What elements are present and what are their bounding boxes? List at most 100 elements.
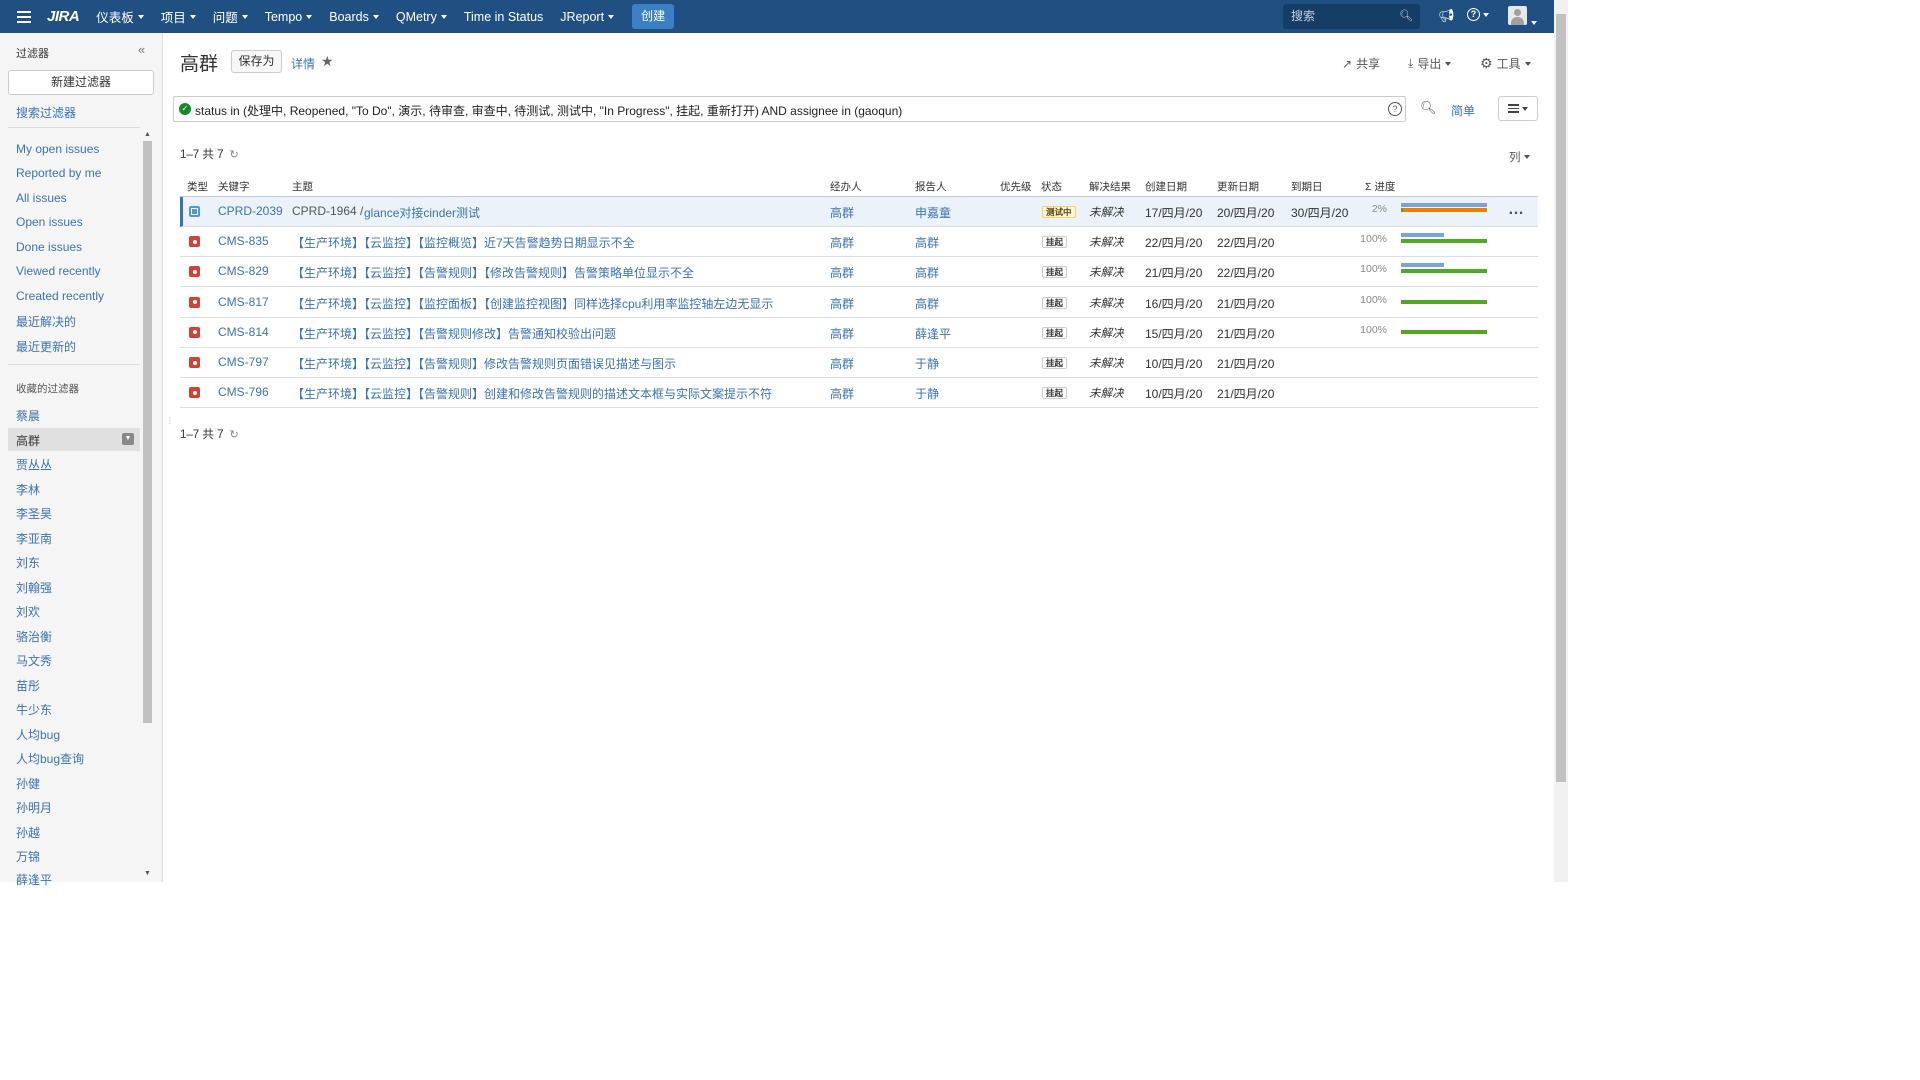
column-header-summary[interactable]: 主题 — [292, 179, 313, 194]
layout-switcher-button[interactable] — [1498, 96, 1538, 121]
favorite-filter-item[interactable]: 刘东 — [16, 554, 40, 571]
favorite-filter-item[interactable]: 苗彤 — [16, 677, 40, 694]
favorite-filter-item[interactable]: 李亚南 — [16, 530, 52, 547]
save-as-button[interactable]: 保存为 — [231, 50, 282, 73]
profile-menu-caret[interactable] — [1531, 13, 1537, 28]
jql-query-input[interactable]: ✓ status in (处理中, Reopened, "To Do", 演示,… — [173, 96, 1406, 122]
column-header-status[interactable]: 状态 — [1041, 179, 1062, 194]
system-filter-item[interactable]: Viewed recently — [16, 264, 101, 278]
reporter-link[interactable]: 申嘉童 — [915, 204, 951, 221]
assignee-link[interactable]: 高群 — [830, 204, 854, 221]
issue-summary-link[interactable]: glance对接cinder测试 — [364, 204, 480, 221]
system-filter-item[interactable]: My open issues — [16, 142, 99, 156]
sidebar-resize-handle[interactable]: ⋮ — [166, 416, 174, 425]
new-filter-button[interactable]: 新建过滤器 — [8, 70, 154, 95]
scroll-down-icon[interactable]: ▼ — [144, 870, 151, 877]
page-scrollbar[interactable] — [1554, 0, 1568, 882]
collapse-sidebar-icon[interactable]: « — [138, 42, 145, 57]
table-row[interactable]: CMS-797 【生产环境】【云监控】【告警规则】修改告警规则页面错误见描述与图示… — [180, 348, 1538, 378]
switch-to-basic-link[interactable]: 简单 — [1451, 102, 1475, 119]
nav-time-in-status[interactable]: Time in Status — [464, 10, 543, 24]
favorite-filter-item[interactable]: 刘翰强 — [16, 579, 52, 596]
scroll-up-icon[interactable]: ▲ — [144, 131, 151, 138]
export-button[interactable]: ⤓ 导出 — [1408, 55, 1452, 72]
favorite-filter-item[interactable]: 马文秀 — [16, 652, 52, 669]
table-row[interactable]: CMS-796 【生产环境】【云监控】【告警规则】创建和修改告警规则的描述文本框与… — [180, 378, 1538, 409]
favorite-filter-item[interactable]: 蔡晨 — [16, 407, 40, 424]
reporter-link[interactable]: 高群 — [915, 295, 939, 312]
issue-key-link[interactable]: CMS-817 — [218, 295, 269, 309]
column-header-created[interactable]: 创建日期 — [1145, 179, 1187, 194]
assignee-link[interactable]: 高群 — [830, 325, 854, 342]
column-header-updated[interactable]: 更新日期 — [1217, 179, 1259, 194]
system-filter-item[interactable]: 最近解决的 — [16, 313, 76, 330]
system-filter-item[interactable]: All issues — [16, 191, 67, 205]
tools-button[interactable]: ⚙ 工具 — [1480, 55, 1531, 72]
share-button[interactable]: ↗ 共享 — [1342, 55, 1380, 72]
reporter-link[interactable]: 于静 — [915, 385, 939, 402]
filter-options-dropdown-icon[interactable]: ▼ — [122, 433, 134, 445]
table-row[interactable]: CMS-829 【生产环境】【云监控】【告警规则】【修改告警规则】告警策略单位显示… — [180, 257, 1538, 288]
nav-tempo[interactable]: Tempo — [265, 10, 313, 24]
favorite-filter-item[interactable]: 人均bug查询 — [16, 750, 84, 767]
issue-summary-link[interactable]: 【生产环境】【云监控】【告警规则】修改告警规则页面错误见描述与图示 — [292, 355, 676, 372]
assignee-link[interactable]: 高群 — [830, 355, 854, 372]
assignee-link[interactable]: 高群 — [830, 385, 854, 402]
favorite-filter-item[interactable]: 李圣昊 — [16, 505, 52, 522]
issue-key-link[interactable]: CMS-797 — [218, 355, 269, 369]
column-header-due[interactable]: 到期日 — [1291, 179, 1323, 194]
table-row[interactable]: CPRD-2039 CPRD-1964 /glance对接cinder测试 高群 申嘉… — [180, 197, 1538, 227]
table-row[interactable]: CMS-835 【生产环境】【云监控】【监控概览】近7天告警趋势日期显示不全 高群 高… — [180, 227, 1538, 258]
sidebar-scrollbar[interactable] — [143, 141, 152, 723]
assignee-link[interactable]: 高群 — [830, 295, 854, 312]
details-link[interactable]: 详情 — [291, 55, 315, 72]
column-header-resolution[interactable]: 解决结果 — [1089, 179, 1131, 194]
issue-summary-link[interactable]: 【生产环境】【云监控】【告警规则】【修改告警规则】告警策略单位显示不全 — [292, 264, 694, 281]
column-header-key[interactable]: 关键字 — [218, 179, 250, 194]
issue-key-link[interactable]: CMS-835 — [218, 234, 269, 248]
favorite-filter-item[interactable]: 李林 — [16, 481, 40, 498]
system-filter-item[interactable]: Created recently — [16, 289, 104, 303]
favorite-filter-item[interactable]: 贾丛丛 — [16, 456, 52, 473]
reporter-link[interactable]: 于静 — [915, 355, 939, 372]
reporter-link[interactable]: 薛逢平 — [915, 325, 951, 342]
nav-projects[interactable]: 项目 — [161, 7, 196, 26]
columns-button[interactable]: 列 — [1509, 149, 1530, 165]
jql-help-icon[interactable]: ? — [1388, 102, 1402, 116]
nav-issues[interactable]: 问题 — [213, 7, 248, 26]
assignee-link[interactable]: 高群 — [830, 234, 854, 251]
system-filter-item[interactable]: Done issues — [16, 240, 82, 254]
user-avatar[interactable] — [1508, 6, 1527, 25]
favorite-filter-item[interactable]: 骆治衡 — [16, 628, 52, 645]
announcement-icon[interactable]: 📢︎ — [1438, 8, 1455, 24]
favorite-filter-item-active[interactable]: 高群 — [16, 432, 40, 449]
column-header-reporter[interactable]: 报告人 — [915, 179, 947, 194]
assignee-link[interactable]: 高群 — [830, 264, 854, 281]
favorite-filter-item[interactable]: 孙越 — [16, 824, 40, 841]
reporter-link[interactable]: 高群 — [915, 264, 939, 281]
column-header-type[interactable]: 类型 — [187, 179, 208, 194]
nav-qmetry[interactable]: QMetry — [396, 10, 447, 24]
table-row[interactable]: CMS-814 【生产环境】【云监控】【告警规则修改】告警通知校验出问题 高群 薛逢平… — [180, 318, 1538, 348]
favorite-filter-item[interactable]: 刘欢 — [16, 603, 40, 620]
issue-key-link[interactable]: CMS-796 — [218, 385, 269, 399]
favorite-filter-item[interactable]: 牛少东 — [16, 701, 52, 718]
help-menu[interactable]: ? — [1467, 8, 1489, 21]
system-filter-item[interactable]: 最近更新的 — [16, 338, 76, 355]
star-icon[interactable]: ★ — [321, 53, 334, 70]
favorite-filter-item[interactable]: 薛逢平 — [16, 871, 52, 888]
issue-key-link[interactable]: CPRD-2039 — [218, 204, 283, 218]
favorite-filter-item[interactable]: 孙明月 — [16, 799, 52, 816]
reporter-link[interactable]: 高群 — [915, 234, 939, 251]
system-filter-item[interactable]: Reported by me — [16, 166, 101, 180]
favorite-filter-item[interactable]: 人均bug — [16, 726, 60, 743]
refresh-icon[interactable]: ↻ — [229, 149, 238, 161]
favorite-filter-item[interactable]: 万锦 — [16, 848, 40, 865]
column-header-progress[interactable]: Σ 进度 — [1365, 179, 1395, 194]
app-switcher-icon[interactable] — [17, 10, 31, 23]
quick-search-input[interactable]: 搜索 🔍︎ — [1283, 4, 1420, 29]
row-actions-icon[interactable]: … — [1508, 201, 1525, 219]
issue-summary-link[interactable]: 【生产环境】【云监控】【告警规则】创建和修改告警规则的描述文本框与实际文案提示不… — [292, 385, 772, 402]
jira-logo[interactable]: JIRA — [47, 8, 80, 25]
parent-issue-link[interactable]: CPRD-1964 / — [292, 204, 363, 218]
